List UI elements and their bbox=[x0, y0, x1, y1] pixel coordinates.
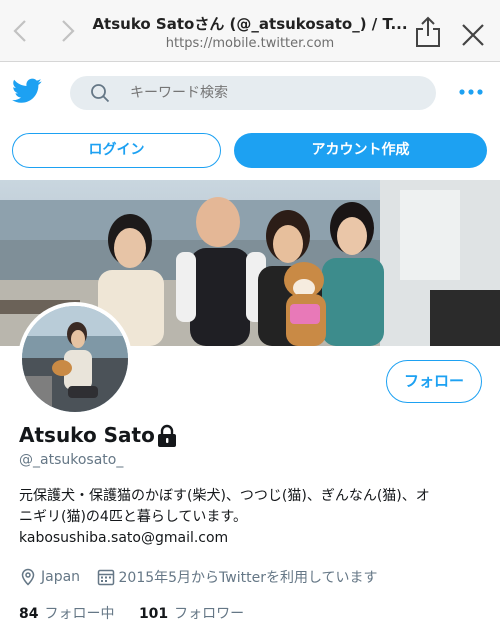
followers-label: フォロワー bbox=[174, 606, 245, 622]
followers-link[interactable]: 101 フォロワー bbox=[139, 606, 264, 622]
following-link[interactable]: 84 フォロー中 bbox=[19, 606, 134, 622]
display-name: Atsuko Sato bbox=[19, 423, 155, 447]
close-icon[interactable] bbox=[460, 22, 486, 48]
login-button[interactable]: ログイン bbox=[12, 133, 221, 168]
calendar-icon bbox=[97, 569, 114, 586]
user-handle: @_atsukosato_ bbox=[19, 452, 124, 468]
following-label: フォロー中 bbox=[44, 606, 115, 622]
browser-url[interactable]: https://mobile.twitter.com bbox=[90, 36, 410, 51]
share-icon[interactable] bbox=[414, 16, 442, 48]
follow-button[interactable]: フォロー bbox=[386, 360, 482, 403]
signup-button[interactable]: アカウント作成 bbox=[234, 133, 487, 168]
location-icon bbox=[21, 568, 35, 586]
back-icon[interactable] bbox=[8, 18, 34, 44]
follow-stats: 84 フォロー中 101 フォロワー bbox=[19, 603, 264, 623]
search-icon bbox=[91, 84, 110, 103]
profile-meta: Japan 2015年5月からTwitterを利用しています bbox=[19, 567, 390, 587]
search-input[interactable] bbox=[130, 76, 420, 110]
bio-line: 元保護犬・保護猫のかぼす(柴犬)、つつじ(猫)、ぎんなん(猫)、オ bbox=[19, 488, 430, 504]
avatar-photo bbox=[22, 306, 128, 412]
browser-toolbar: Atsuko Satoさん (@_atsukosato_) / T... htt… bbox=[0, 0, 500, 62]
following-count: 84 bbox=[19, 606, 39, 622]
bio-email: kabosushiba.sato@gmail.com bbox=[19, 530, 229, 546]
profile-avatar[interactable] bbox=[18, 302, 132, 416]
joined-text: 2015年5月からTwitterを利用しています bbox=[118, 570, 378, 586]
search-box[interactable] bbox=[70, 76, 436, 110]
profile-bio: 元保護犬・保護猫のかぼす(柴犬)、つつじ(猫)、ぎんなん(猫)、オ ニギリ(猫)… bbox=[19, 486, 487, 549]
lock-icon bbox=[158, 424, 176, 447]
browser-page-title: Atsuko Satoさん (@_atsukosato_) / T... bbox=[92, 15, 408, 33]
more-icon[interactable] bbox=[458, 88, 484, 96]
twitter-header bbox=[0, 62, 500, 122]
twitter-bird-icon[interactable] bbox=[12, 78, 42, 104]
location-text: Japan bbox=[41, 569, 81, 585]
followers-count: 101 bbox=[138, 606, 169, 622]
bio-line: ニギリ(猫)の4匹と暮らしています。 bbox=[19, 509, 248, 525]
forward-icon[interactable] bbox=[54, 18, 80, 44]
